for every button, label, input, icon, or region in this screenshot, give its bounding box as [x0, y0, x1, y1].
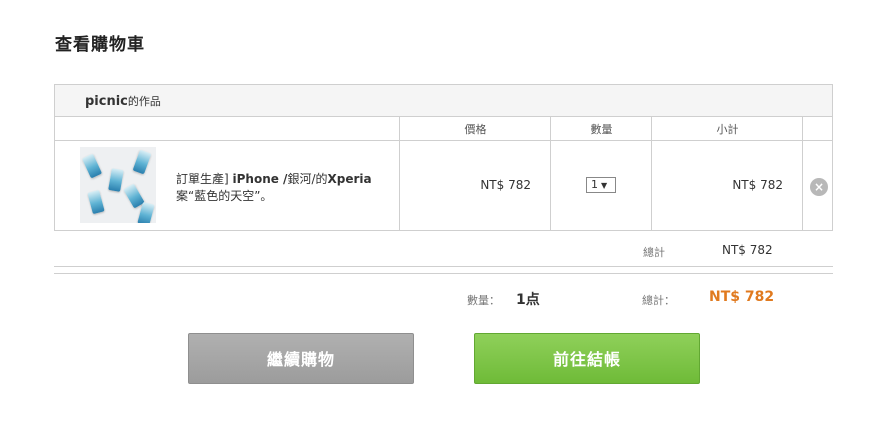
shop-header: picnic的作品	[55, 85, 832, 117]
product-name-part: iPhone /	[232, 172, 288, 186]
phone-case-image	[132, 149, 152, 175]
item-subtotal: NT$ 782	[732, 178, 783, 192]
shop-name[interactable]: picnic的作品	[85, 93, 161, 109]
product-name-part: Xperia	[327, 172, 372, 186]
summary-total-value: NT$ 782	[709, 289, 775, 305]
cart-total-value: NT$ 782	[722, 243, 773, 257]
divider	[54, 273, 833, 274]
column-divider	[651, 117, 652, 230]
product-name-link[interactable]: 訂單生產] iPhone /銀河/的Xperia 案“藍色的天空”。	[176, 171, 376, 205]
item-price: NT$ 782	[480, 178, 531, 192]
remove-item-icon[interactable]: ×	[810, 178, 828, 196]
checkout-button[interactable]: 前往結帳	[474, 333, 700, 384]
phone-case-image	[108, 168, 124, 192]
shop-name-suffix: 的作品	[127, 95, 161, 108]
price-header: 價格	[464, 123, 487, 136]
product-name-part: 案“藍色的天空”。	[176, 189, 273, 203]
continue-shopping-button[interactable]: 繼續購物	[188, 333, 414, 384]
quantity-select[interactable]: 1 ▼	[586, 177, 616, 193]
product-name-part: 訂單生產]	[176, 172, 233, 186]
quantity-header: 數量	[590, 123, 613, 136]
summary-quantity-value: 1点	[516, 292, 540, 308]
column-divider	[550, 117, 551, 230]
phone-case-image	[87, 189, 105, 215]
table-header-row: 價格 數量 小計	[55, 117, 832, 141]
quantity-value: 1	[591, 178, 598, 191]
summary-quantity-label: 數量：	[467, 294, 500, 307]
divider	[54, 266, 833, 267]
cart-total-label: 總計	[643, 246, 665, 259]
cart-table: picnic的作品 價格 數量 小計 訂單生產] iPhone /銀河/的Xpe…	[54, 84, 833, 231]
phone-case-image	[81, 153, 103, 179]
product-thumbnail[interactable]	[80, 147, 156, 223]
page-title: 查看購物車	[55, 35, 145, 55]
summary-total-label: 總計：	[642, 294, 675, 307]
dropdown-arrow-icon: ▼	[601, 181, 608, 190]
shop-name-text: picnic	[85, 94, 128, 109]
column-divider	[802, 117, 803, 230]
product-name-part: 銀河/的	[287, 172, 328, 186]
column-divider	[399, 117, 400, 230]
subtotal-header: 小計	[716, 123, 739, 136]
